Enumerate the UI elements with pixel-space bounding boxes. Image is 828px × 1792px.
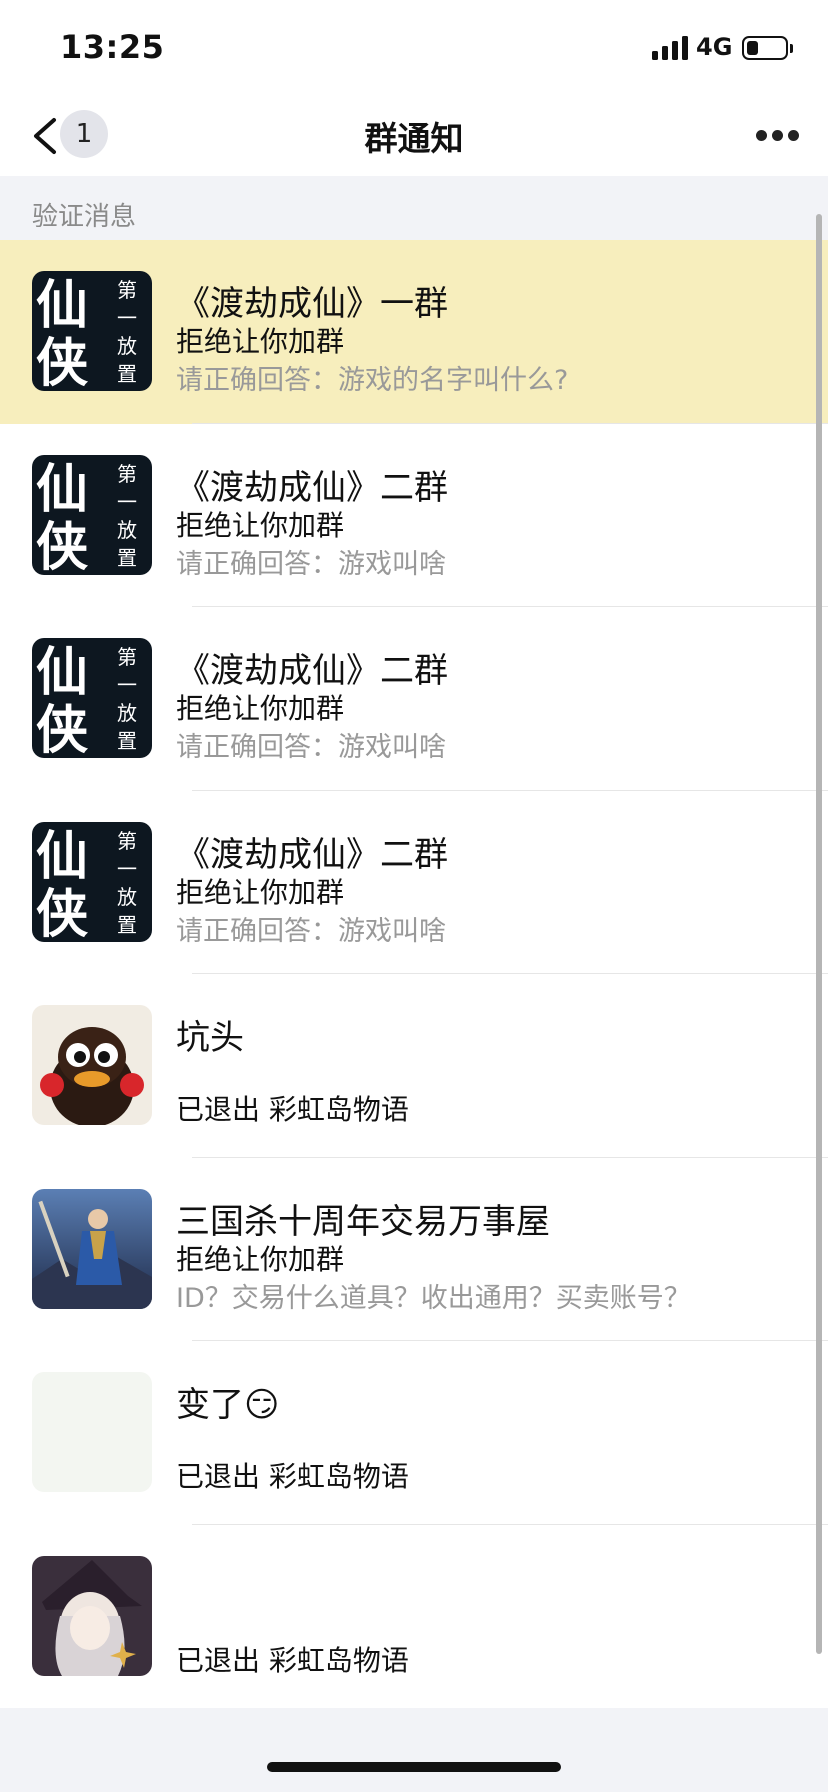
xianxia-game-icon[interactable]: 仙 侠 第 一 放 置 <box>32 454 152 575</box>
svg-text:侠: 侠 <box>36 517 88 575</box>
svg-text:置: 置 <box>117 729 137 753</box>
page-title: 群通知 <box>364 119 464 158</box>
notification-row[interactable]: 仙 侠 第 一 放 置 《渡劫成仙》二群 拒绝让你加群请正确回答：游戏叫啥 <box>0 790 828 974</box>
svg-text:一: 一 <box>117 673 137 697</box>
notification-detail: 请正确回答：游戏叫啥 <box>176 732 446 763</box>
svg-text:侠: 侠 <box>36 884 88 942</box>
battery-cap <box>790 44 793 53</box>
notification-status: 拒绝让你加群 <box>176 875 345 909</box>
notification-status: 拒绝让你加群 <box>176 1242 345 1276</box>
xianxia-game-icon[interactable]: 仙 侠 第 一 放 置 <box>32 821 152 942</box>
group-name: 《渡劫成仙》二群 <box>176 834 448 875</box>
notification-row[interactable]: 坑头已退出 彩虹岛物语 <box>0 974 828 1158</box>
status-time: 13:25 <box>60 28 165 66</box>
notification-row[interactable]: 已退出 彩虹岛物语 <box>0 1524 828 1708</box>
group-name: 《渡劫成仙》二群 <box>176 651 448 691</box>
notification-detail: 请正确回答：游戏叫啥 <box>176 548 446 580</box>
svg-text:第: 第 <box>117 645 137 669</box>
notification-status: 已退出 彩虹岛物语 <box>176 1643 409 1677</box>
notification-status: 已退出 彩虹岛物语 <box>176 1460 409 1493</box>
svg-text:侠: 侠 <box>36 700 88 758</box>
bird-avatar[interactable] <box>32 1005 152 1125</box>
notification-row[interactable]: 仙 侠 第 一 放 置 《渡劫成仙》二群 拒绝让你加群请正确回答：游戏叫啥 <box>0 607 828 791</box>
group-name: 变了😏 <box>176 1385 280 1425</box>
svg-text:一: 一 <box>117 490 137 514</box>
blank-avatar[interactable] <box>32 1372 152 1492</box>
xianxia-game-icon[interactable]: 仙 侠 第 一 放 置 <box>32 271 152 391</box>
svg-text:置: 置 <box>117 362 137 386</box>
battery-level <box>747 41 758 55</box>
notification-row[interactable]: 三国杀十周年交易万事屋 拒绝让你加群 ID？交易什么道具？收出通用？买卖账号？ <box>0 1157 828 1341</box>
notification-status: 拒绝让你加群 <box>176 508 345 542</box>
section-header: 验证消息 <box>32 202 137 232</box>
svg-text:仙: 仙 <box>36 459 88 520</box>
group-name: 三国杀十周年交易万事屋 <box>176 1201 550 1242</box>
group-name: 《渡劫成仙》一群 <box>176 284 448 324</box>
notification-detail: 请正确回答：游戏叫啥 <box>176 915 446 947</box>
scrollbar[interactable] <box>816 214 822 1654</box>
notification-row[interactable]: 变了😏 已退出 彩虹岛物语 <box>0 1341 828 1525</box>
xianxia-game-icon[interactable]: 仙 侠 第 一 放 置 <box>32 638 152 758</box>
more-options-icon[interactable] <box>754 124 802 146</box>
warrior-avatar[interactable] <box>32 1188 152 1309</box>
notification-status: 拒绝让你加群 <box>176 325 345 358</box>
svg-text:放: 放 <box>117 701 137 725</box>
notification-list: 仙 侠 第 一 放 置 《渡劫成仙》一群 拒绝让你加群 请正确回答：游戏的名字叫什么… <box>0 240 828 1708</box>
notification-row[interactable]: 仙 侠 第 一 放 置 《渡劫成仙》一群 拒绝让你加群请正确回答：游戏的名字叫什么… <box>0 240 828 424</box>
witch-avatar[interactable] <box>32 1555 152 1676</box>
notification-row[interactable]: 仙 侠 第 一 放 置 《渡劫成仙》二群 拒绝让你加群请正确回答：游戏叫啥 <box>0 423 828 607</box>
svg-text:放: 放 <box>117 334 137 358</box>
svg-text:置: 置 <box>117 913 137 937</box>
notification-status: 拒绝让你加群 <box>176 692 345 725</box>
group-name: 《渡劫成仙》二群 <box>176 467 448 508</box>
battery-icon <box>742 36 788 60</box>
notification-detail: 请正确回答：游戏的名字叫什么? <box>176 365 569 396</box>
svg-text:第: 第 <box>117 829 137 853</box>
network-type: 4G <box>696 33 733 61</box>
svg-text:第: 第 <box>117 278 137 302</box>
signal-icon <box>652 36 688 60</box>
svg-text:仙: 仙 <box>36 826 88 887</box>
status-bar: 13:25 4G <box>0 0 828 96</box>
notification-status: 已退出 彩虹岛物语 <box>176 1093 409 1126</box>
svg-text:放: 放 <box>117 518 137 542</box>
svg-text:第: 第 <box>117 462 137 486</box>
group-name: 坑头 <box>176 1018 244 1058</box>
svg-text:仙: 仙 <box>36 642 88 703</box>
home-indicator[interactable] <box>267 1762 561 1772</box>
svg-text:一: 一 <box>117 857 137 881</box>
nav-bar: 1 群通知 <box>0 96 828 176</box>
svg-text:置: 置 <box>117 546 137 570</box>
svg-text:放: 放 <box>117 885 137 909</box>
svg-text:一: 一 <box>117 306 137 330</box>
svg-text:侠: 侠 <box>36 333 88 391</box>
svg-text:仙: 仙 <box>36 275 88 336</box>
notification-detail: ID？交易什么道具？收出通用？买卖账号？ <box>176 1282 691 1314</box>
